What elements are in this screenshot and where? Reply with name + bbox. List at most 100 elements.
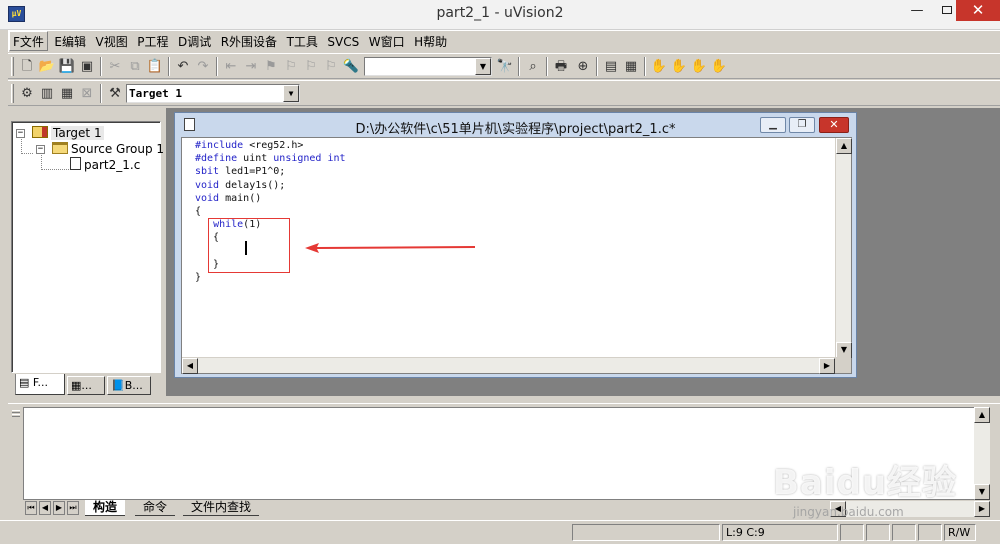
scroll-up-icon[interactable]: ▲ bbox=[974, 407, 990, 423]
scroll-right-icon[interactable]: ▶ bbox=[819, 358, 835, 374]
scroll-left-icon[interactable]: ◀ bbox=[182, 358, 198, 374]
stop-build-icon[interactable]: ⊠ bbox=[78, 85, 96, 102]
hand-icon[interactable]: ✋ bbox=[650, 58, 668, 75]
menu-svcs[interactable]: SVCS bbox=[324, 32, 362, 52]
scroll-down-icon[interactable]: ▼ bbox=[974, 484, 990, 500]
output-vertical-scrollbar[interactable]: ▲ ▼ bbox=[974, 407, 990, 500]
collapse-target-icon[interactable]: − bbox=[16, 129, 25, 138]
editor-minimize-button[interactable]: ▁ bbox=[760, 117, 786, 133]
c-file-icon bbox=[70, 157, 81, 170]
menu-debug[interactable]: D调试 bbox=[175, 32, 214, 52]
print-icon[interactable]: 🖶 bbox=[552, 58, 570, 75]
menu-bar: F文件 E编辑 V视图 P工程 D调试 R外围设备 T工具 SVCS W窗口 H… bbox=[8, 30, 1000, 52]
project-tree[interactable]: − Target 1 − Source Group 1 part2_1.c bbox=[11, 121, 164, 373]
find-in-files-icon[interactable]: 🔦 bbox=[342, 58, 360, 75]
output-window-icon[interactable]: ▦ bbox=[622, 58, 640, 75]
menu-file[interactable]: F文件 bbox=[9, 31, 48, 51]
menu-view[interactable]: V视图 bbox=[93, 32, 131, 52]
tab-files[interactable]: ▤ F... bbox=[15, 374, 65, 395]
menu-project[interactable]: P工程 bbox=[134, 32, 171, 52]
new-file-icon[interactable]: 🗋 bbox=[18, 58, 36, 75]
hand-stop-icon[interactable]: ✋ bbox=[670, 58, 688, 75]
output-grip[interactable] bbox=[12, 410, 20, 515]
hand-options-icon[interactable]: ✋ bbox=[710, 58, 728, 75]
prev-tab-icon[interactable]: ◀ bbox=[39, 501, 51, 515]
cursor-position: L:9 C:9 bbox=[722, 524, 838, 541]
size-grip[interactable] bbox=[835, 357, 851, 373]
first-tab-icon[interactable]: ⏮ bbox=[25, 501, 37, 515]
chevron-down-icon[interactable]: ▼ bbox=[475, 58, 491, 75]
compile-icon[interactable]: ⚙ bbox=[18, 85, 36, 102]
tree-item-target[interactable]: Target 1 bbox=[32, 125, 104, 141]
tree-item-target-label: Target 1 bbox=[51, 126, 104, 140]
editor-title-bar[interactable]: D:\办公软件\c\51单片机\实验程序\project\part2_1.c* … bbox=[175, 113, 856, 137]
window-title: part2_1 - uVision2 bbox=[436, 5, 564, 21]
bookmark-toggle-icon[interactable]: ⚑ bbox=[262, 58, 280, 75]
toolbar-grip[interactable] bbox=[11, 84, 14, 103]
undo-icon[interactable]: ↶ bbox=[174, 58, 192, 75]
indent-icon[interactable]: ⇤ bbox=[222, 58, 240, 75]
copy-icon[interactable]: ⧉ bbox=[126, 58, 144, 75]
status-bar: L:9 C:9 R/W bbox=[0, 520, 1000, 544]
cut-icon[interactable]: ✂ bbox=[106, 58, 124, 75]
tab-books[interactable]: 📘B... bbox=[107, 376, 151, 395]
save-all-icon[interactable]: ▣ bbox=[78, 58, 96, 75]
workspace-window-icon[interactable]: ▤ bbox=[602, 58, 620, 75]
binoculars-icon[interactable]: 🔭 bbox=[496, 58, 514, 75]
collapse-group-icon[interactable]: − bbox=[36, 145, 45, 154]
tab-registers[interactable]: ▦... bbox=[67, 376, 105, 395]
scroll-up-icon[interactable]: ▲ bbox=[836, 138, 852, 154]
highlight-box bbox=[208, 218, 290, 273]
next-tab-icon[interactable]: ▶ bbox=[53, 501, 65, 515]
scroll-down-icon[interactable]: ▼ bbox=[836, 342, 852, 358]
code-line-1: #include <reg52.h> bbox=[195, 140, 304, 151]
rebuild-icon[interactable]: ▦ bbox=[58, 85, 76, 102]
tree-item-file[interactable]: part2_1.c bbox=[70, 157, 140, 173]
code-line-3: sbit led1=P1^0; bbox=[195, 166, 286, 178]
save-icon[interactable]: 💾 bbox=[58, 58, 76, 75]
paste-icon[interactable]: 📋 bbox=[146, 58, 164, 75]
editor-restore-button[interactable]: ❐ bbox=[789, 117, 815, 133]
tab-find-in-files[interactable]: 文件内查找 bbox=[183, 500, 260, 516]
toolbar-grip[interactable] bbox=[11, 57, 14, 76]
tab-build[interactable]: 构造 bbox=[85, 500, 126, 516]
editor-horizontal-scrollbar[interactable]: ◀ ▶ bbox=[182, 357, 835, 374]
target-combo[interactable]: Target 1 ▼ bbox=[126, 84, 300, 103]
code-line-11: } bbox=[195, 272, 202, 284]
find-combo[interactable]: ▼ bbox=[364, 57, 492, 76]
tree-connector bbox=[41, 155, 71, 170]
menu-window[interactable]: W窗口 bbox=[366, 32, 408, 52]
bookmark-prev-icon[interactable]: ⚐ bbox=[282, 58, 300, 75]
tab-command[interactable]: 命令 bbox=[135, 500, 176, 516]
editor-vertical-scrollbar[interactable]: ▲ ▼ bbox=[835, 138, 852, 358]
code-line-2: #define uint unsigned int bbox=[195, 153, 346, 165]
debug-session-icon[interactable]: ⊕ bbox=[574, 58, 592, 75]
editor-close-button[interactable]: ✕ bbox=[819, 117, 849, 133]
menu-help[interactable]: H帮助 bbox=[411, 32, 450, 52]
toolbar-separator bbox=[546, 57, 548, 76]
last-tab-icon[interactable]: ⏭ bbox=[67, 501, 79, 515]
target-options-icon[interactable]: ⚒ bbox=[106, 85, 124, 102]
code-editor[interactable]: #include <reg52.h> #define uint unsigned … bbox=[181, 137, 852, 374]
scroll-right-icon[interactable]: ▶ bbox=[974, 501, 990, 517]
hand-config-icon[interactable]: ✋ bbox=[690, 58, 708, 75]
browse-icon[interactable]: ⌕ bbox=[524, 58, 542, 75]
close-button[interactable]: ✕ bbox=[956, 0, 1000, 21]
menu-peripherals[interactable]: R外围设备 bbox=[218, 32, 280, 52]
menu-edit[interactable]: E编辑 bbox=[51, 32, 89, 52]
chevron-down-icon[interactable]: ▼ bbox=[283, 85, 299, 102]
tab-registers-label: ... bbox=[81, 379, 92, 392]
status-cell bbox=[918, 524, 942, 541]
open-file-icon[interactable]: 📂 bbox=[38, 58, 56, 75]
menu-tools[interactable]: T工具 bbox=[284, 32, 321, 52]
bookmark-next-icon[interactable]: ⚐ bbox=[302, 58, 320, 75]
toolbar-separator bbox=[100, 57, 102, 76]
bookmark-clear-icon[interactable]: ⚐ bbox=[322, 58, 340, 75]
status-cell bbox=[572, 524, 720, 541]
minimize-button[interactable]: — bbox=[902, 0, 932, 21]
build-icon[interactable]: ▥ bbox=[38, 85, 56, 102]
editor-window: D:\办公软件\c\51单片机\实验程序\project\part2_1.c* … bbox=[174, 112, 857, 378]
code-line-6: { bbox=[195, 206, 202, 218]
redo-icon[interactable]: ↷ bbox=[194, 58, 212, 75]
outdent-icon[interactable]: ⇥ bbox=[242, 58, 260, 75]
